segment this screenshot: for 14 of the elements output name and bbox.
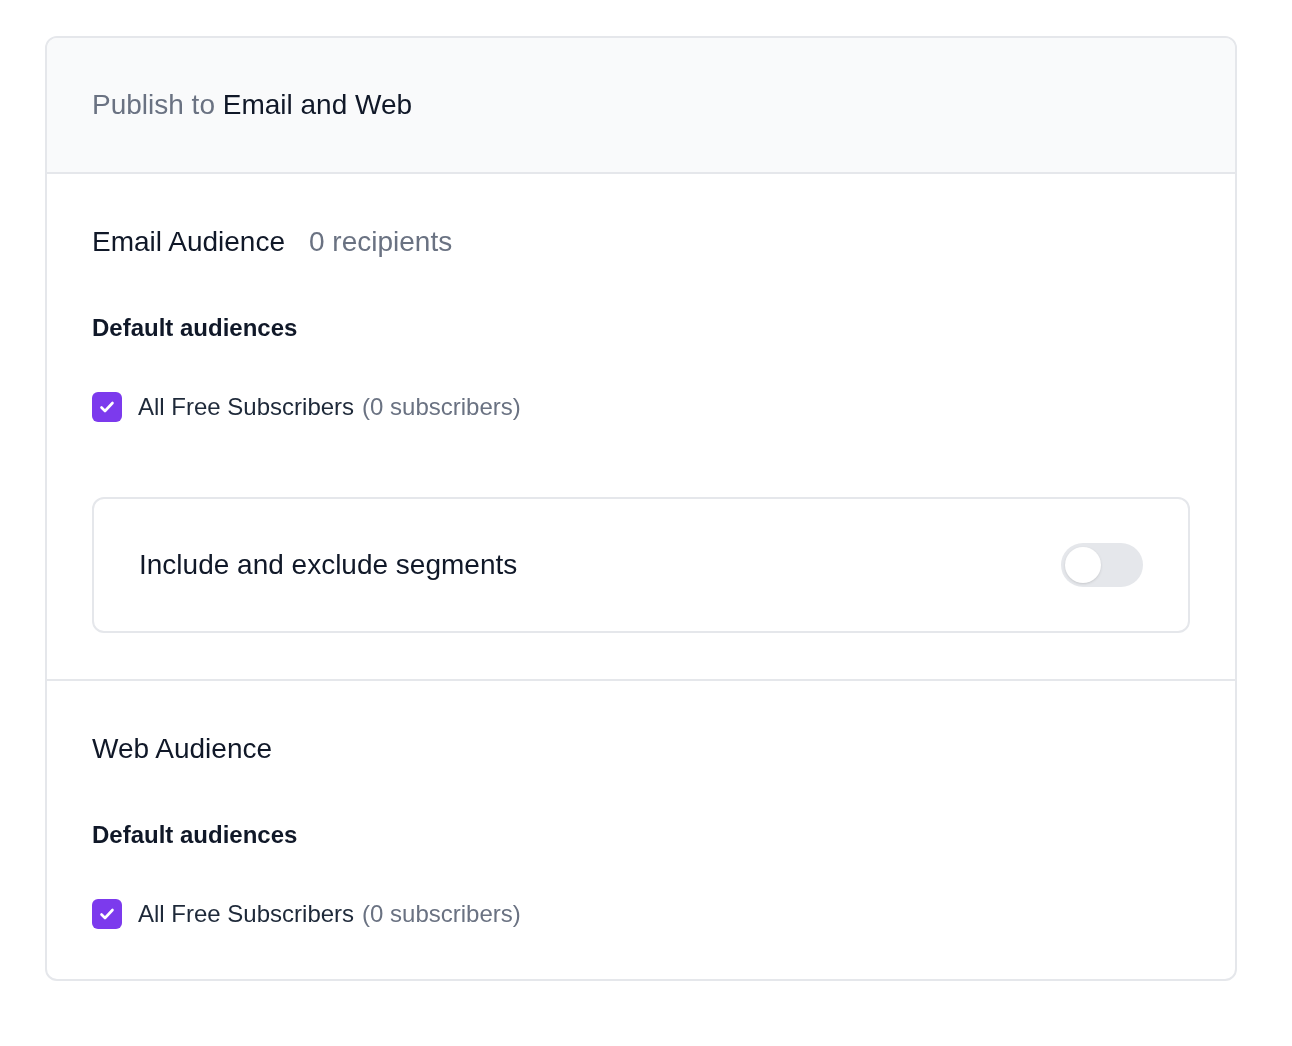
subscriber-count: (0 subscribers) bbox=[362, 899, 521, 929]
toggle-switch[interactable] bbox=[1061, 543, 1143, 587]
section-heading: Web Audience bbox=[92, 732, 273, 766]
section-heading: Email Audience bbox=[92, 225, 285, 259]
subheading: Default audiences bbox=[92, 820, 299, 850]
recipient-count: 0 recipients bbox=[309, 225, 453, 259]
audience-label: All Free Subscribers bbox=[138, 392, 355, 422]
subscriber-count: (0 subscribers) bbox=[362, 392, 521, 422]
checkbox[interactable] bbox=[92, 899, 122, 929]
segments-label: Include and exclude segments bbox=[139, 548, 518, 582]
checkbox[interactable] bbox=[92, 392, 122, 422]
audience-label: All Free Subscribers bbox=[138, 899, 355, 929]
subheading: Default audiences bbox=[92, 313, 299, 343]
publish-title: Publish to Email and Web bbox=[92, 88, 413, 122]
